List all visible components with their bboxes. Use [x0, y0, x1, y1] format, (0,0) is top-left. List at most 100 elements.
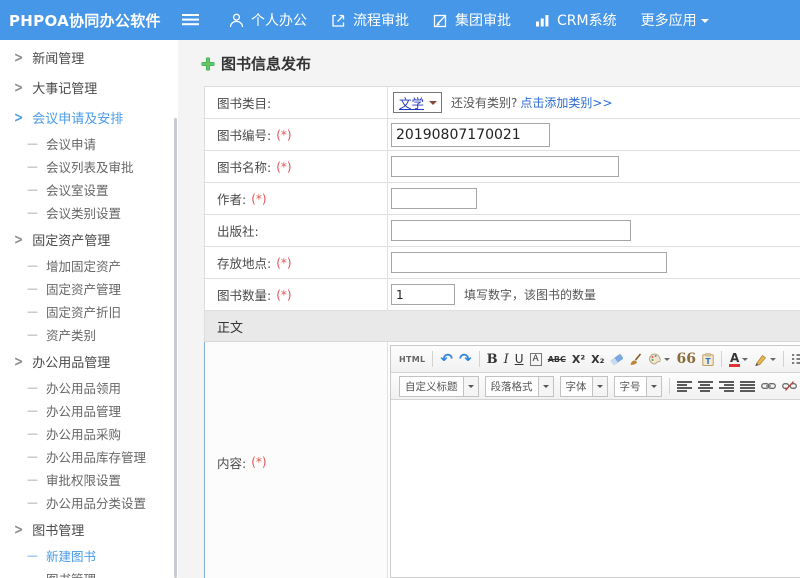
sidebar-item-news[interactable]: >新闻管理	[0, 42, 178, 72]
sidebar-item-events[interactable]: >大事记管理	[0, 72, 178, 102]
ordered-list-button[interactable]	[791, 353, 800, 365]
color-palette-button[interactable]	[648, 353, 670, 365]
link-icon	[761, 381, 776, 391]
book-name-input[interactable]	[391, 156, 619, 177]
book-form: 图书类目: 文学 还没有类别? 点击添加类别>> 图书编号:(*) 图书名称:(…	[204, 86, 800, 578]
book-no-input[interactable]	[391, 123, 550, 147]
sidebar-subitem[interactable]: —办公用品领用	[0, 376, 178, 399]
align-justify-button[interactable]	[740, 381, 755, 392]
sidebar-subitem[interactable]: —会议室设置	[0, 178, 178, 201]
sidebar-item-supplies[interactable]: >办公用品管理	[0, 346, 178, 376]
location-input[interactable]	[391, 252, 667, 273]
nav-personal-office[interactable]: 个人办公	[229, 10, 307, 30]
page-title-bar: 图书信息发布	[178, 40, 800, 74]
bold-button[interactable]: B	[487, 352, 498, 367]
nav-more-apps[interactable]: 更多应用	[641, 10, 709, 30]
field-label: 作者:(*)	[205, 183, 388, 214]
publisher-input[interactable]	[391, 220, 631, 241]
underline-button[interactable]: U	[515, 352, 524, 366]
subscript-button[interactable]: X₂	[591, 353, 604, 366]
sidebar-subitem-new-book[interactable]: —新建图书	[0, 544, 178, 567]
sidebar-subitem[interactable]: —办公用品库存管理	[0, 445, 178, 468]
section-header-body: 正文	[205, 311, 800, 342]
custom-title-dropdown[interactable]: 自定义标题	[399, 376, 479, 397]
html-source-button[interactable]: HTML	[399, 355, 425, 364]
redo-button[interactable]: ↷	[459, 352, 472, 367]
sidebar-item-books[interactable]: > 图书管理	[0, 514, 178, 544]
broom-icon	[629, 353, 642, 366]
dash-icon: —	[27, 572, 38, 578]
sidebar-item-label: 图书管理	[32, 520, 84, 539]
nav-label: 个人办公	[251, 10, 307, 30]
form-row-category: 图书类目: 文学 还没有类别? 点击添加类别>>	[205, 87, 800, 119]
sidebar-item-meetings[interactable]: >会议申请及安排	[0, 102, 178, 132]
font-color-button[interactable]: A	[729, 352, 748, 367]
sidebar-subitem[interactable]: —会议列表及审批	[0, 155, 178, 178]
superscript-button[interactable]: X²	[572, 353, 585, 366]
sidebar-subitem-label: 固定资产管理	[46, 279, 121, 298]
nav-process-approval[interactable]: 流程审批	[331, 10, 409, 30]
undo-button[interactable]: ↶	[440, 352, 453, 367]
sidebar-subitem[interactable]: — 审批权限设置	[0, 468, 178, 491]
nav-group-approval[interactable]: 集团审批	[433, 10, 511, 30]
sidebar-subitem[interactable]: —会议类别设置	[0, 201, 178, 224]
font-family-dropdown[interactable]: 字体	[560, 376, 608, 397]
toolbar-separator	[721, 351, 722, 367]
sidebar-subitem[interactable]: —办公用品采购	[0, 422, 178, 445]
align-right-button[interactable]	[719, 381, 734, 392]
author-input[interactable]	[391, 188, 477, 209]
insert-link-button[interactable]	[761, 381, 776, 391]
align-center-button[interactable]	[698, 381, 713, 392]
group-approval-icon	[433, 13, 448, 28]
sidebar-subitem-label: 图书管理	[46, 569, 96, 578]
remove-link-button[interactable]	[782, 381, 797, 391]
autoformat-button[interactable]: A	[530, 353, 542, 366]
page-title: 图书信息发布	[221, 53, 311, 74]
sidebar-subitem[interactable]: —办公用品分类设置	[0, 491, 178, 514]
format-brush-button[interactable]	[629, 353, 642, 366]
user-icon	[229, 13, 244, 28]
sidebar-scrollbar[interactable]	[174, 118, 177, 578]
category-select[interactable]: 文学	[393, 92, 442, 113]
sidebar-subitem-label: 会议申请	[46, 134, 96, 153]
sidebar-subitem[interactable]: —增加固定资产	[0, 254, 178, 277]
hamburger-menu-icon[interactable]	[182, 14, 199, 26]
highlight-button[interactable]	[754, 353, 776, 366]
dash-icon: —	[27, 496, 38, 509]
align-left-button[interactable]	[677, 381, 692, 392]
blockquote-button[interactable]: 66	[676, 352, 695, 366]
nav-crm-system[interactable]: CRM系统	[535, 10, 617, 30]
field-label: 图书名称:(*)	[205, 151, 388, 182]
italic-button[interactable]: I	[504, 352, 509, 367]
sidebar-subitem[interactable]: —办公用品管理	[0, 399, 178, 422]
sidebar-item-assets[interactable]: >固定资产管理	[0, 224, 178, 254]
quantity-input[interactable]	[391, 284, 455, 305]
add-category-link[interactable]: 点击添加类别>>	[520, 94, 612, 111]
sidebar-item-label: 办公用品管理	[32, 352, 110, 371]
sidebar-subitem[interactable]: — 固定资产折旧	[0, 300, 178, 323]
sidebar-subitem[interactable]: —资产类别	[0, 323, 178, 346]
dash-icon: —	[27, 473, 38, 486]
paste-text-button[interactable]: T	[702, 353, 714, 366]
font-size-dropdown[interactable]: 字号	[614, 376, 662, 397]
toolbar-separator	[669, 378, 670, 394]
sidebar-subitem-label: 固定资产折旧	[46, 302, 121, 321]
sidebar-subitem[interactable]: —固定资产管理	[0, 277, 178, 300]
dash-icon: —	[27, 305, 38, 318]
sidebar-subitem[interactable]: — 会议申请	[0, 132, 178, 155]
paragraph-format-dropdown[interactable]: 段落格式	[485, 376, 554, 397]
chevron-right-icon: >	[14, 521, 23, 537]
nav-label: 流程审批	[353, 10, 409, 30]
sidebar-subitem-label: 审批权限设置	[46, 470, 121, 489]
form-row-author: 作者:(*)	[205, 183, 800, 215]
dash-icon: —	[27, 137, 38, 150]
caret-down-icon	[701, 19, 709, 27]
sidebar-subitem[interactable]: — 图书管理	[0, 567, 178, 578]
chevron-right-icon: >	[14, 231, 23, 247]
required-marker: (*)	[276, 160, 291, 174]
ordered-list-icon	[791, 353, 800, 365]
strikethrough-button[interactable]: ABC	[548, 355, 566, 364]
eraser-button[interactable]	[610, 353, 623, 365]
app-logo: PHPOA协同办公软件	[0, 10, 170, 31]
editor-canvas[interactable]	[391, 400, 800, 577]
